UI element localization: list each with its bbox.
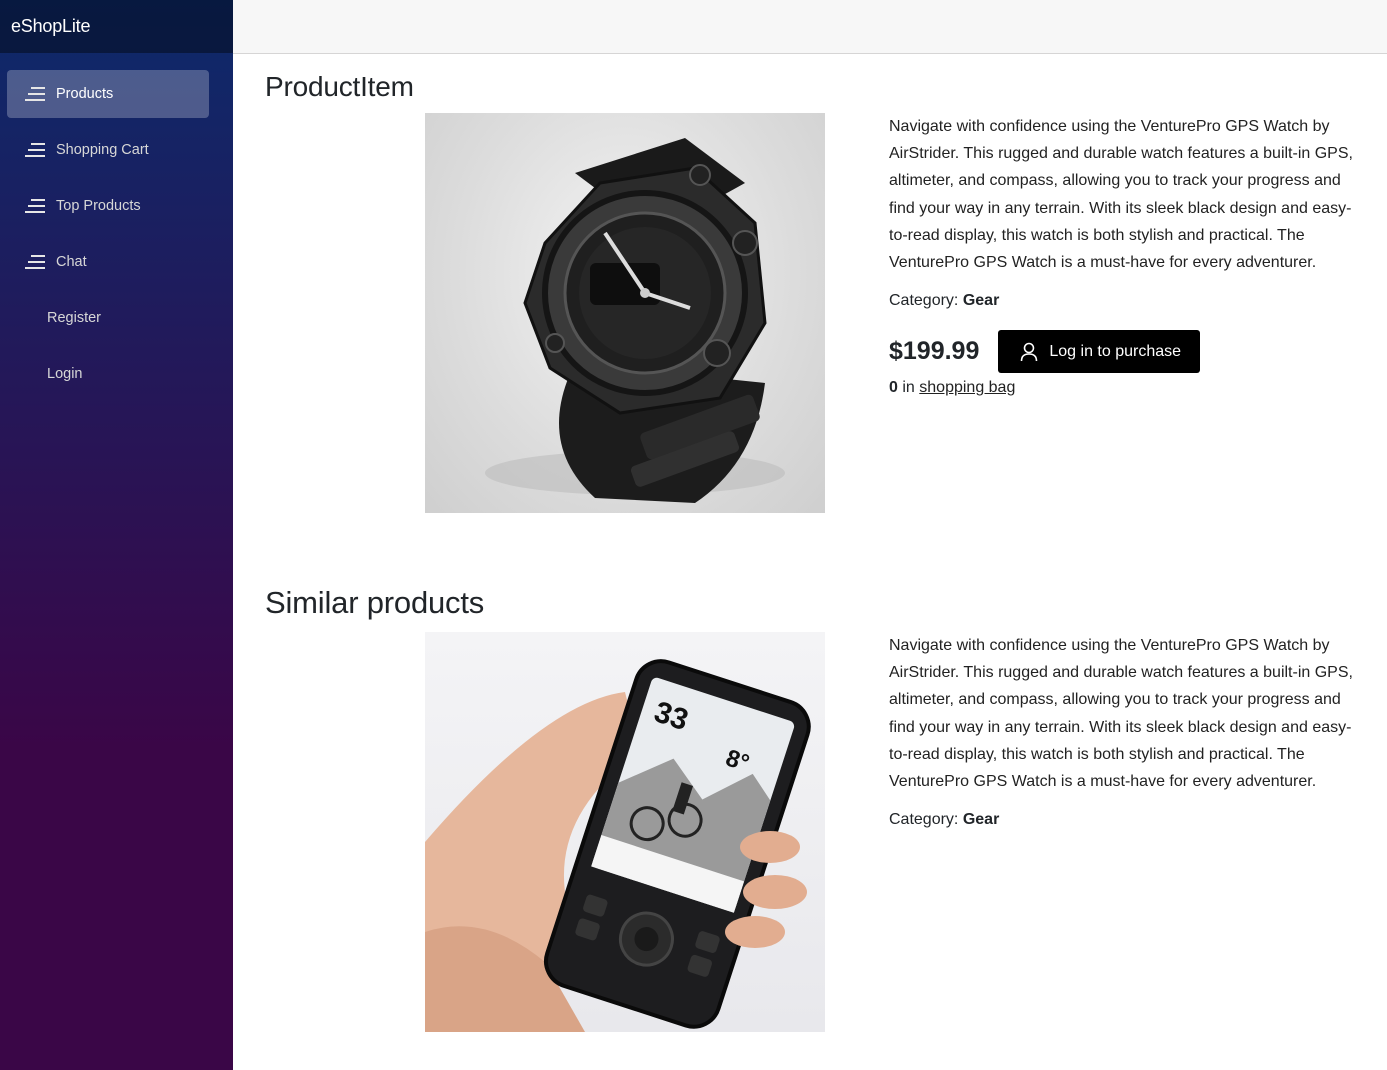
category-label: Category: bbox=[889, 292, 959, 310]
sidebar-item-shopping-cart[interactable]: Shopping Cart bbox=[7, 126, 209, 174]
log-in-to-purchase-button[interactable]: Log in to purchase bbox=[998, 330, 1201, 374]
sidebar-item-chat[interactable]: Chat bbox=[7, 238, 209, 286]
similar-product-description: Navigate with confidence using the Ventu… bbox=[889, 637, 1353, 791]
similar-product-details: Navigate with confidence using the Ventu… bbox=[889, 632, 1359, 829]
log-in-to-purchase-label: Log in to purchase bbox=[1049, 342, 1182, 360]
sidebar-nav: Products Shopping Cart Top Products Chat… bbox=[0, 53, 233, 398]
sidebar-item-label: Register bbox=[47, 310, 101, 326]
product-description: Navigate with confidence using the Ventu… bbox=[889, 118, 1353, 272]
shopping-bag-link[interactable]: shopping bag bbox=[919, 379, 1015, 396]
gps-watch-icon bbox=[485, 138, 785, 503]
sidebar-item-label: Chat bbox=[56, 254, 87, 270]
sidebar: eShopLite Products Shopping Cart Top Pro… bbox=[0, 0, 233, 1070]
menu-lines-icon bbox=[25, 87, 45, 101]
user-icon bbox=[1021, 342, 1038, 361]
category-value: Gear bbox=[962, 811, 1000, 829]
menu-lines-icon bbox=[25, 255, 45, 269]
bag-count: 0 bbox=[889, 379, 898, 397]
product-details: Navigate with confidence using the Ventu… bbox=[889, 113, 1359, 397]
sidebar-item-label: Login bbox=[47, 366, 83, 382]
bag-in-text: in bbox=[902, 379, 915, 397]
category-label: Category: bbox=[889, 811, 959, 829]
similar-product-category: Category: Gear bbox=[889, 811, 1359, 829]
sidebar-item-login[interactable]: Login bbox=[7, 350, 209, 398]
sidebar-item-top-products[interactable]: Top Products bbox=[7, 182, 209, 230]
top-bar bbox=[233, 0, 1387, 54]
sidebar-item-register[interactable]: Register bbox=[7, 294, 209, 342]
similar-product-image: 33 8° bbox=[425, 632, 825, 1032]
page-title: ProductItem bbox=[265, 71, 414, 102]
sidebar-item-label: Products bbox=[56, 86, 114, 102]
bag-status: 0 in shopping bag bbox=[889, 379, 1359, 397]
handheld-gps-icon: 33 8° bbox=[425, 659, 811, 1032]
category-value: Gear bbox=[962, 292, 1000, 310]
product-image bbox=[425, 113, 825, 513]
sidebar-item-label: Shopping Cart bbox=[56, 142, 149, 158]
similar-products-heading: Similar products bbox=[265, 585, 485, 620]
menu-lines-icon bbox=[25, 199, 45, 213]
brand-bar: eShopLite bbox=[0, 0, 233, 53]
product-price: $199.99 bbox=[889, 337, 980, 366]
product-category: Category: Gear bbox=[889, 292, 1359, 310]
menu-lines-icon bbox=[25, 143, 45, 157]
sidebar-item-products[interactable]: Products bbox=[7, 70, 209, 118]
brand-logo[interactable]: eShopLite bbox=[11, 16, 90, 37]
purchase-row: $199.99 Log in to purchase bbox=[889, 330, 1359, 374]
sidebar-item-label: Top Products bbox=[56, 198, 141, 214]
